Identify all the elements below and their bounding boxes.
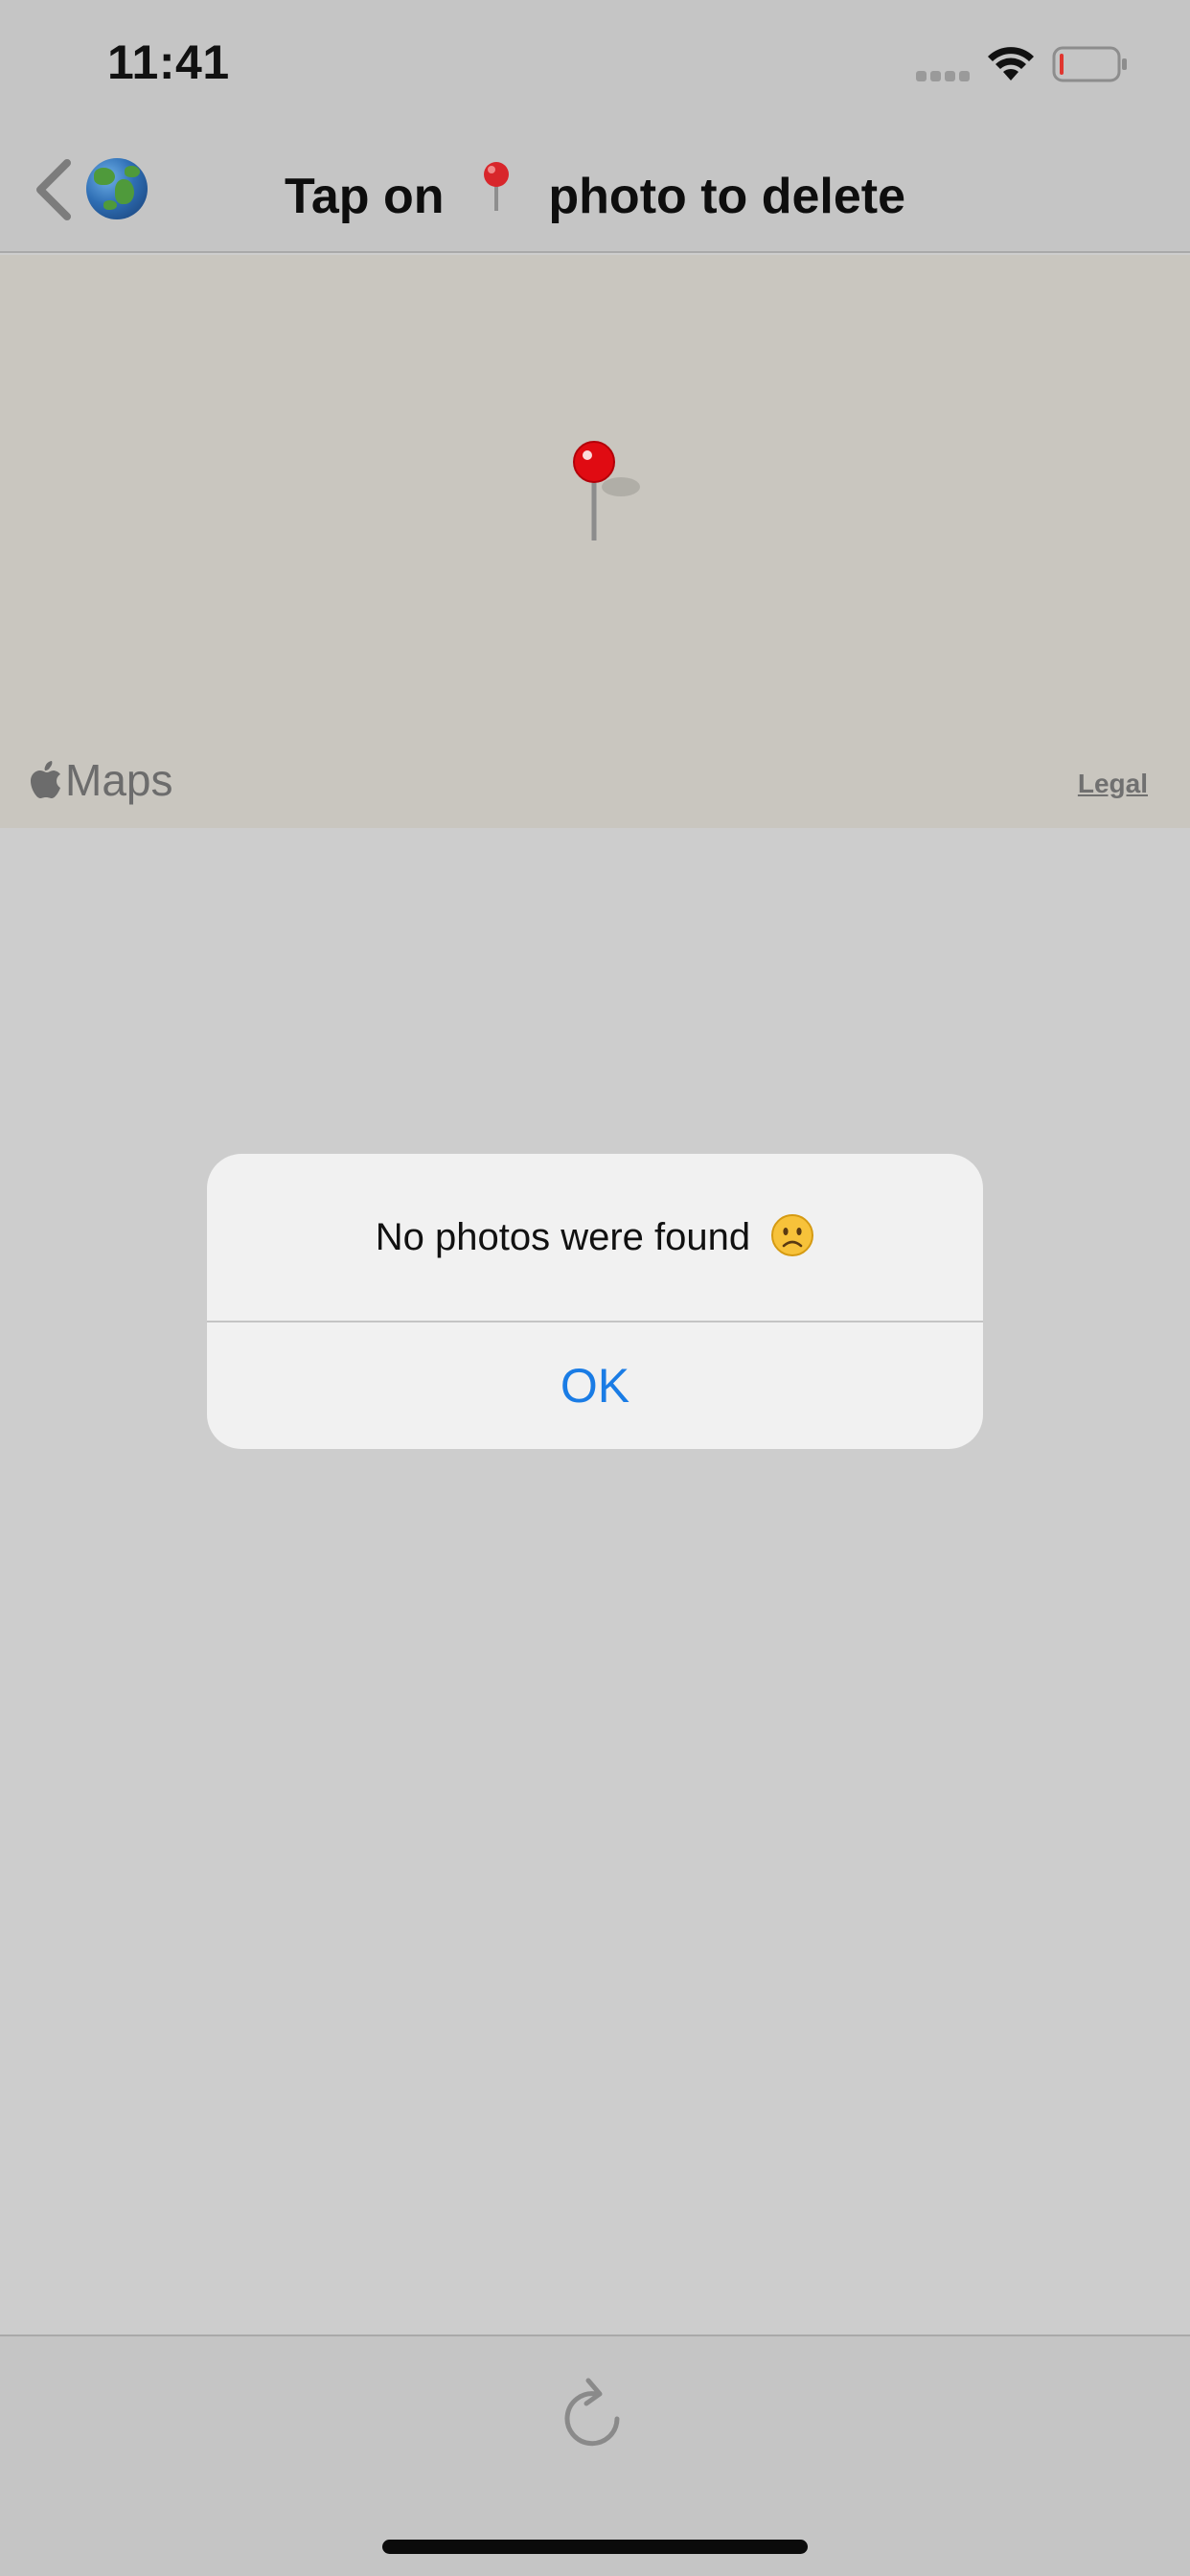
wifi-icon [988,47,1034,80]
pushpin-icon [475,161,517,213]
alert-message-text: No photos were found [375,1216,751,1258]
maps-attribution: Maps [65,755,173,805]
refresh-icon[interactable] [558,2375,632,2451]
navigation-bar: Tap on photo to delete [0,126,1190,253]
title-prefix: Tap on [284,169,445,224]
apple-logo-icon [31,761,60,798]
frowning-face-icon [770,1213,814,1257]
ok-button[interactable]: OK [207,1322,983,1449]
status-bar: 11:41 [0,0,1190,126]
cellular-signal-icon [916,71,972,82]
content-area [0,828,1190,2334]
page-title: Tap on photo to delete [0,161,1190,225]
status-time: 11:41 [107,35,230,89]
map-view[interactable]: Maps Legal [0,255,1190,828]
apple-maps-logo: Maps [29,753,172,807]
alert-dialog: No photos were found OK [207,1154,983,1449]
legal-link[interactable]: Legal [1078,769,1148,799]
map-pin-icon[interactable] [571,439,648,548]
alert-message: No photos were found [207,1213,983,1259]
home-indicator[interactable] [382,2540,808,2554]
title-suffix: photo to delete [548,169,906,224]
battery-icon [1052,46,1127,82]
